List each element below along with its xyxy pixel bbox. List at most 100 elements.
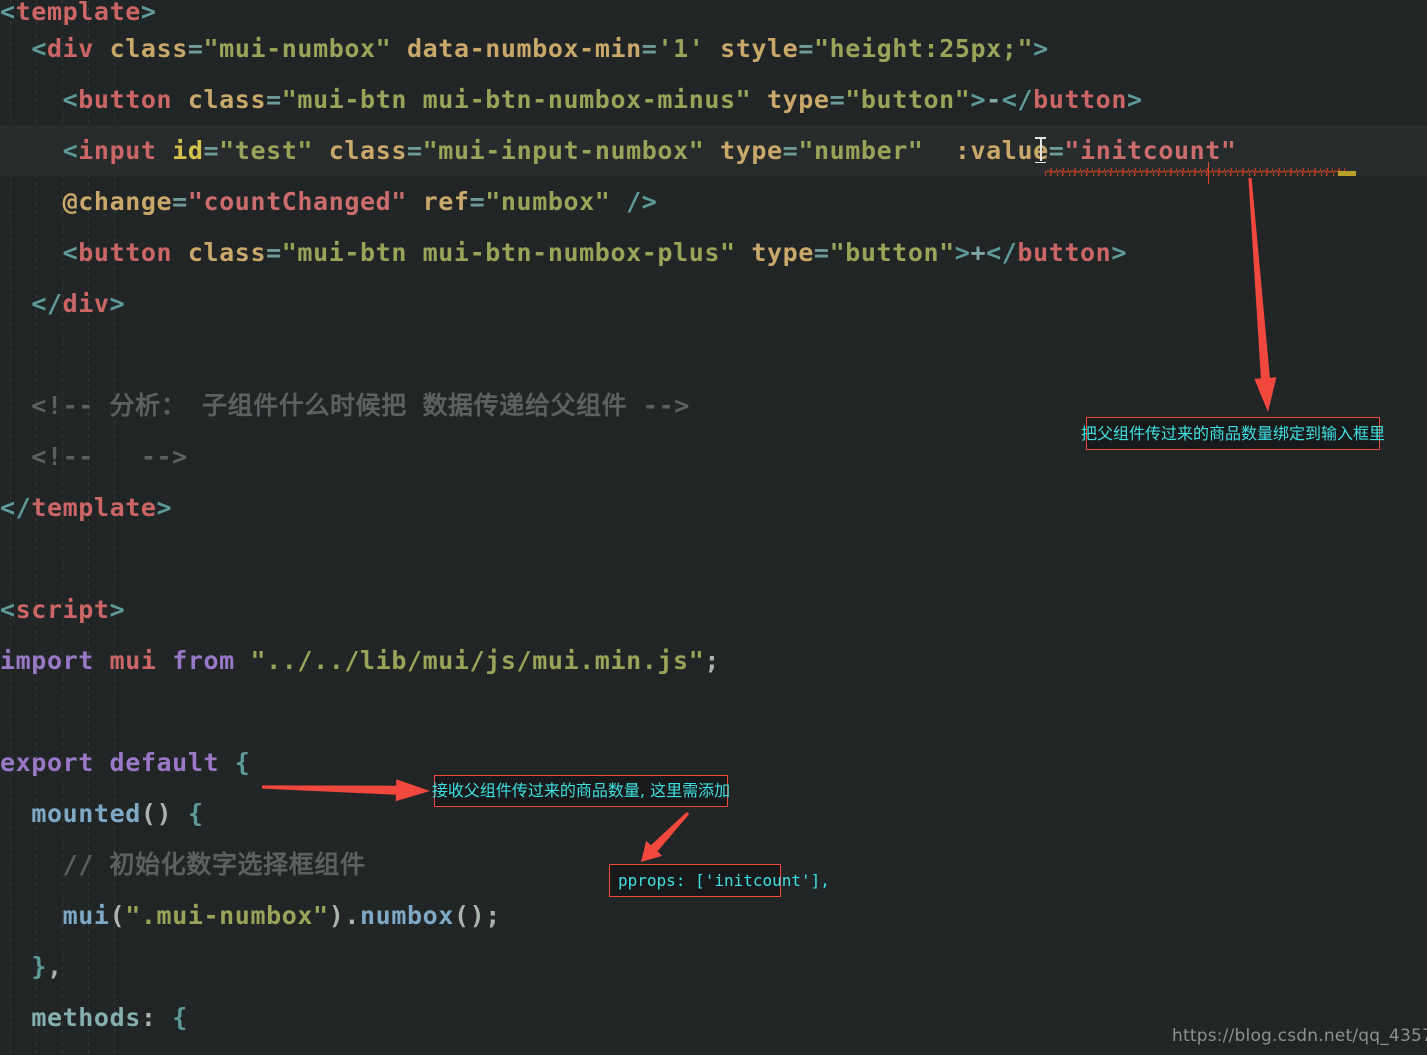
code-line[interactable]: mui(".mui-numbox").numbox(); xyxy=(0,890,1427,941)
code-token: :value xyxy=(954,136,1049,165)
code-token: class xyxy=(328,136,407,165)
code-token: button xyxy=(78,238,173,267)
code-token: mounted xyxy=(31,799,141,828)
code-token: + xyxy=(970,238,987,267)
code-token: < xyxy=(62,136,79,165)
code-token: ; xyxy=(704,646,721,675)
code-token: input xyxy=(78,136,157,165)
error-squiggle-underline xyxy=(1045,168,1345,176)
code-token: export default xyxy=(0,748,220,777)
code-token: "test" xyxy=(219,136,314,165)
code-token: type xyxy=(766,85,830,114)
code-token: { xyxy=(172,1003,188,1032)
code-token: "mui-btn mui-btn-numbox-minus" xyxy=(281,85,752,114)
code-token: // 初始化数字选择框组件 xyxy=(0,850,366,879)
code-token: from xyxy=(172,646,235,675)
code-token: <!-- --> xyxy=(0,442,188,471)
code-token: /> xyxy=(626,187,658,216)
code-token: @change xyxy=(62,187,173,216)
code-token: } xyxy=(31,952,47,981)
code-token: numbox xyxy=(360,901,454,930)
code-line[interactable]: <div class="mui-numbox" data-numbox-min=… xyxy=(0,23,1427,74)
code-editor[interactable]: <template> <div class="mui-numbox" data-… xyxy=(0,0,1427,1055)
code-token: </ xyxy=(31,289,63,318)
code-token: = xyxy=(203,136,220,165)
code-token: button xyxy=(1017,238,1112,267)
code-token: ref xyxy=(422,187,470,216)
code-token: mui xyxy=(109,646,157,675)
code-token: = xyxy=(798,34,814,63)
code-token: < xyxy=(31,34,47,63)
code-token: > xyxy=(109,289,126,318)
code-token: < xyxy=(0,595,16,624)
code-token: ".mui-numbox" xyxy=(125,901,329,930)
code-line[interactable]: <button class="mui-btn mui-btn-numbox-mi… xyxy=(0,74,1427,125)
code-token: = xyxy=(469,187,486,216)
code-token: > xyxy=(156,493,173,522)
code-token: "height:25px;" xyxy=(813,34,1034,63)
code-token: ). xyxy=(328,901,361,930)
code-token: type xyxy=(720,136,783,165)
code-line[interactable]: import mui from "../../lib/mui/js/mui.mi… xyxy=(0,635,1427,686)
code-token: class xyxy=(187,85,267,114)
code-token: = xyxy=(407,136,423,165)
code-token: ( xyxy=(109,901,126,930)
code-token: = xyxy=(813,238,830,267)
code-token: = xyxy=(172,187,188,216)
code-token: = xyxy=(782,136,799,165)
code-token: "button" xyxy=(829,238,955,267)
code-token: mui xyxy=(62,901,110,930)
code-token: div xyxy=(62,289,110,318)
annotation-bind-input: 把父组件传过来的商品数量绑定到输入框里 xyxy=(1081,417,1385,450)
code-token: < xyxy=(62,85,79,114)
code-token: = xyxy=(187,34,204,63)
code-token: </ xyxy=(986,238,1018,267)
code-token: class xyxy=(109,34,188,63)
code-token: "initcount" xyxy=(1064,136,1237,165)
code-line[interactable]: </div> xyxy=(0,278,1427,329)
watermark-url: https://blog.csdn.net/qq_43579525 xyxy=(1172,1026,1427,1046)
code-token: methods xyxy=(31,1003,141,1032)
code-token: = xyxy=(266,85,282,114)
code-token: > xyxy=(1111,238,1127,267)
code-token: template xyxy=(31,493,157,522)
code-line[interactable]: </template> xyxy=(0,482,1427,533)
code-token: id xyxy=(172,136,204,165)
code-token: = xyxy=(641,34,658,63)
code-line[interactable]: }, xyxy=(0,941,1427,992)
annotation-props-code: pprops: ['initcount'], xyxy=(609,864,830,897)
text-caret xyxy=(1208,162,1209,184)
code-token: type xyxy=(751,238,814,267)
code-token: <!-- 分析： 子组件什么时候把 数据传递给父组件 --> xyxy=(0,391,690,420)
code-token: "../../lib/mui/js/mui.min.js" xyxy=(250,646,705,675)
code-token: class xyxy=(187,238,267,267)
code-line[interactable]: <button class="mui-btn mui-btn-numbox-pl… xyxy=(0,227,1427,278)
code-line[interactable]: @change="countChanged" ref="numbox" /> xyxy=(0,176,1427,227)
code-line[interactable]: <script> xyxy=(0,584,1427,635)
code-token: "mui-btn mui-btn-numbox-plus" xyxy=(281,238,736,267)
code-token: '1' xyxy=(657,34,705,63)
code-token: data-numbox-min xyxy=(407,34,642,63)
code-token: (); xyxy=(453,901,501,930)
code-token: > xyxy=(1033,34,1049,63)
code-token: = xyxy=(1048,136,1065,165)
code-token: div xyxy=(46,34,94,63)
code-token: = xyxy=(266,238,282,267)
code-token: : xyxy=(140,1003,173,1032)
